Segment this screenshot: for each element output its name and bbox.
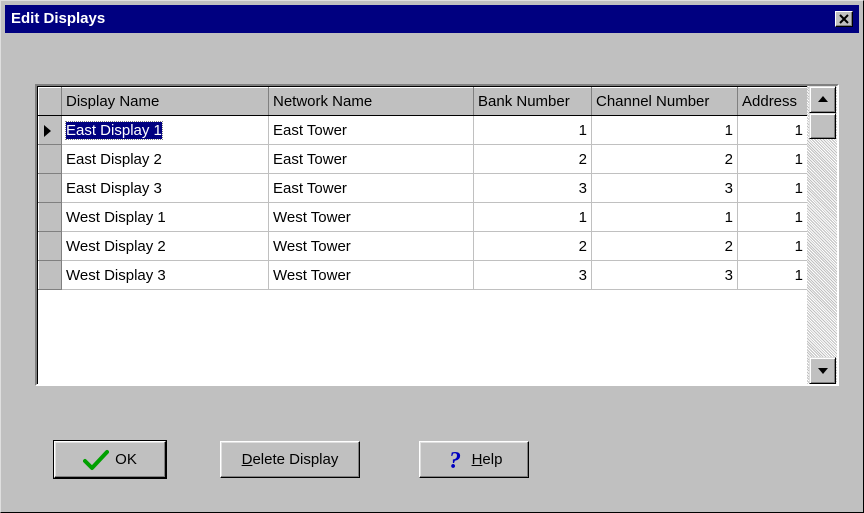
table-row[interactable]: East Display 3 East Tower 3 3 1 — [38, 173, 808, 203]
cell-bank-number[interactable]: 2 — [473, 144, 592, 174]
scroll-up-button[interactable] — [809, 86, 836, 113]
cell-address[interactable]: 1 — [737, 144, 808, 174]
cell-network-name[interactable]: East Tower — [268, 173, 474, 203]
row-indicator[interactable] — [38, 115, 62, 145]
window-title: Edit Displays — [11, 10, 106, 27]
cell-bank-number[interactable]: 3 — [473, 260, 592, 290]
cell-network-name[interactable]: East Tower — [268, 144, 474, 174]
help-accel-key: H — [471, 451, 483, 468]
cell-address[interactable]: 1 — [737, 231, 808, 261]
cell-address[interactable]: 1 — [737, 173, 808, 203]
close-icon — [839, 14, 849, 24]
table-row[interactable]: East Display 1 East Tower 1 1 1 — [38, 115, 808, 145]
arrow-up-icon — [818, 96, 828, 102]
cell-bank-number[interactable]: 1 — [473, 115, 592, 145]
displays-table: Display Name Network Name Bank Number Ch… — [38, 87, 808, 290]
row-indicator[interactable] — [38, 173, 62, 203]
arrow-down-icon — [818, 368, 828, 374]
delete-button-label: Delete Display — [242, 451, 339, 468]
table-row[interactable]: West Display 1 West Tower 1 1 1 — [38, 202, 808, 232]
cell-network-name[interactable]: West Tower — [268, 260, 474, 290]
displays-grid: Display Name Network Name Bank Number Ch… — [35, 84, 839, 386]
cell-channel-number[interactable]: 2 — [591, 144, 738, 174]
ok-button[interactable]: OK — [53, 440, 167, 479]
close-button[interactable] — [835, 11, 853, 27]
cell-address[interactable]: 1 — [737, 260, 808, 290]
column-header-address[interactable]: Address — [737, 87, 808, 116]
delete-label-rest: elete Display — [252, 451, 339, 468]
svg-text:?: ? — [449, 448, 461, 472]
grid-viewport: Display Name Network Name Bank Number Ch… — [37, 86, 837, 384]
cell-channel-number[interactable]: 1 — [591, 202, 738, 232]
column-header-network-name[interactable]: Network Name — [268, 87, 474, 116]
table-row[interactable]: West Display 3 West Tower 3 3 1 — [38, 260, 808, 290]
cell-channel-number[interactable]: 1 — [591, 115, 738, 145]
scroll-thumb[interactable] — [809, 113, 836, 139]
cell-bank-number[interactable]: 3 — [473, 173, 592, 203]
cell-network-name[interactable]: East Tower — [268, 115, 474, 145]
help-button-label: Help — [472, 451, 503, 468]
delete-display-button[interactable]: Delete Display — [220, 441, 360, 478]
help-label-rest: elp — [482, 451, 503, 468]
cell-display-name[interactable]: East Display 1 — [61, 115, 269, 145]
cell-channel-number[interactable]: 3 — [591, 260, 738, 290]
row-indicator[interactable] — [38, 202, 62, 232]
check-icon — [83, 449, 110, 470]
header-corner[interactable] — [38, 87, 62, 116]
delete-accel-key: D — [241, 451, 253, 468]
arrow-right-icon — [44, 125, 51, 137]
row-indicator[interactable] — [38, 144, 62, 174]
table-row[interactable]: West Display 2 West Tower 2 2 1 — [38, 231, 808, 261]
cell-bank-number[interactable]: 1 — [473, 202, 592, 232]
cell-bank-number[interactable]: 2 — [473, 231, 592, 261]
vertical-scrollbar[interactable] — [807, 86, 837, 384]
selected-cell-text[interactable]: East Display 1 — [65, 120, 163, 140]
cell-display-name[interactable]: West Display 1 — [61, 202, 269, 232]
cell-display-name[interactable]: West Display 2 — [61, 231, 269, 261]
help-button[interactable]: ? Help — [419, 441, 529, 478]
header-row: Display Name Network Name Bank Number Ch… — [38, 87, 808, 116]
cell-channel-number[interactable]: 3 — [591, 173, 738, 203]
ok-button-label: OK — [115, 451, 137, 468]
cell-network-name[interactable]: West Tower — [268, 231, 474, 261]
column-header-display-name[interactable]: Display Name — [61, 87, 269, 116]
edit-displays-dialog: Edit Displays Display Name Network Name … — [0, 0, 864, 513]
question-icon: ? — [449, 448, 461, 472]
cell-channel-number[interactable]: 2 — [591, 231, 738, 261]
title-bar[interactable]: Edit Displays — [5, 5, 859, 33]
cell-display-name[interactable]: East Display 3 — [61, 173, 269, 203]
column-header-bank-number[interactable]: Bank Number — [473, 87, 592, 116]
cell-address[interactable]: 1 — [737, 202, 808, 232]
scroll-down-button[interactable] — [809, 357, 836, 384]
cell-network-name[interactable]: West Tower — [268, 202, 474, 232]
row-indicator[interactable] — [38, 231, 62, 261]
column-header-channel-number[interactable]: Channel Number — [591, 87, 738, 116]
table-row[interactable]: East Display 2 East Tower 2 2 1 — [38, 144, 808, 174]
row-indicator[interactable] — [38, 260, 62, 290]
cell-display-name[interactable]: West Display 3 — [61, 260, 269, 290]
cell-display-name[interactable]: East Display 2 — [61, 144, 269, 174]
cell-address[interactable]: 1 — [737, 115, 808, 145]
